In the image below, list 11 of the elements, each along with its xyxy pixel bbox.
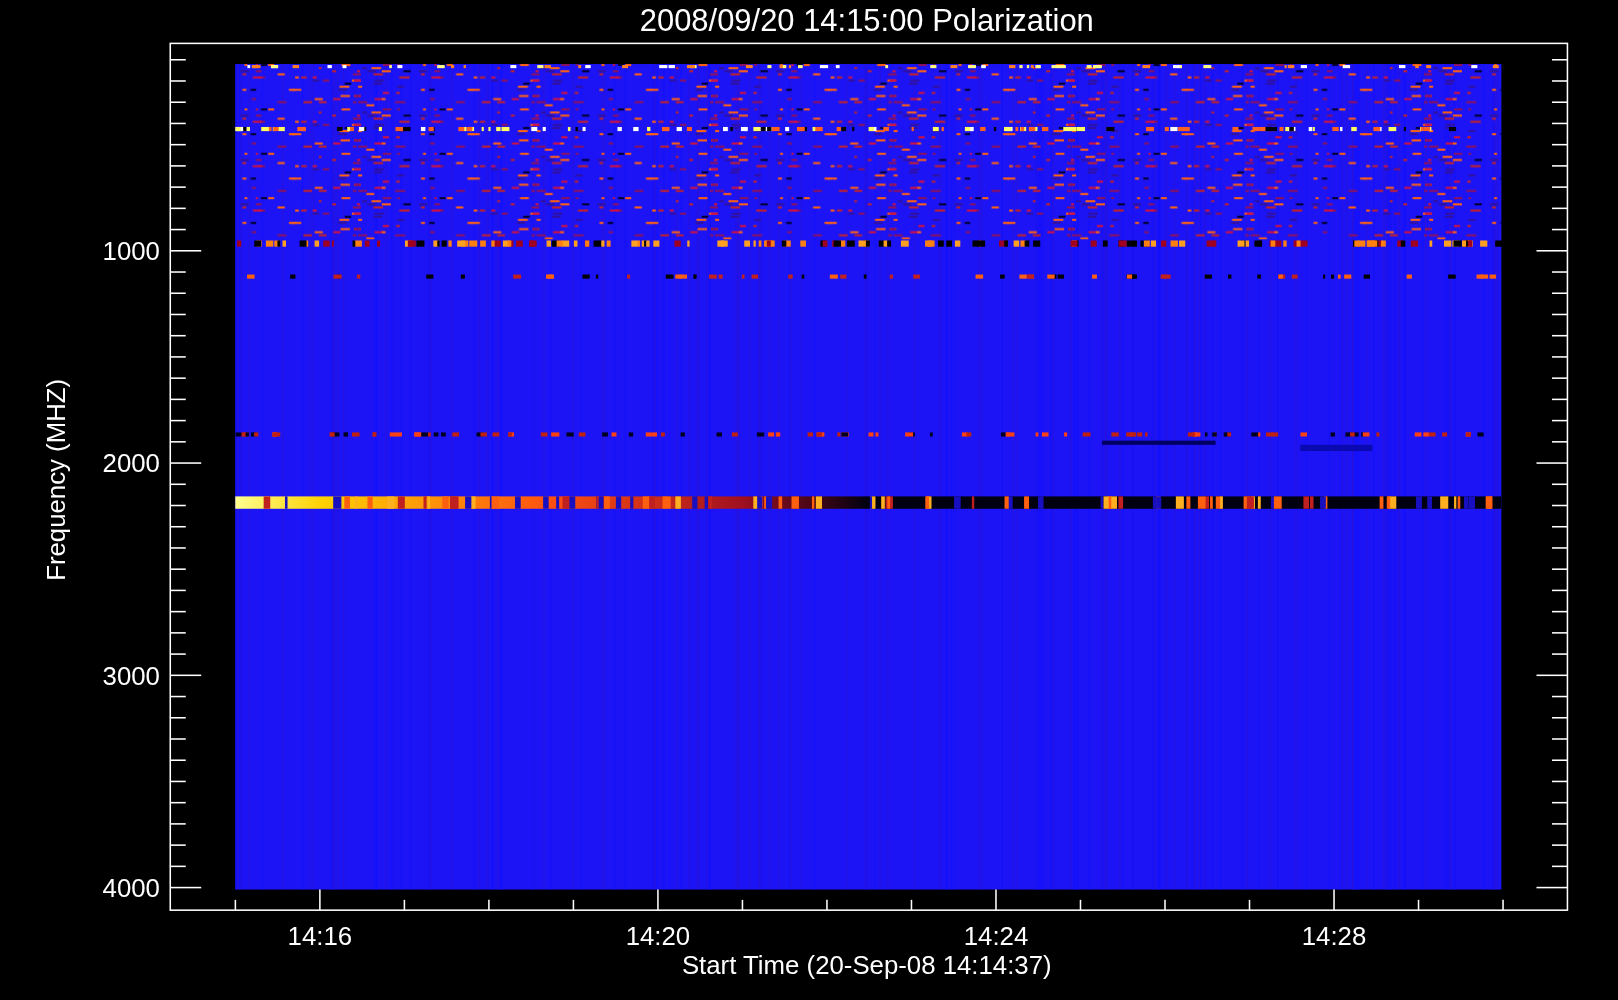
y-axis-label: Frequency (MHZ)	[42, 378, 70, 581]
x-tick-label: 14:16	[287, 922, 353, 951]
x-tick-label: 14:20	[625, 922, 691, 951]
x-tick-label: 14:28	[1301, 922, 1367, 951]
x-axis-label: Start Time (20-Sep-08 14:14:37)	[681, 951, 1052, 980]
y-tick-label: 3000	[102, 661, 160, 690]
y-tick-label: 1000	[102, 237, 160, 266]
x-tick-label: 14:24	[963, 922, 1029, 951]
y-tick-label: 2000	[102, 449, 160, 478]
y-tick-label: 4000	[102, 873, 160, 902]
chart-title: 2008/09/20 14:15:00 Polarization	[639, 3, 1094, 38]
